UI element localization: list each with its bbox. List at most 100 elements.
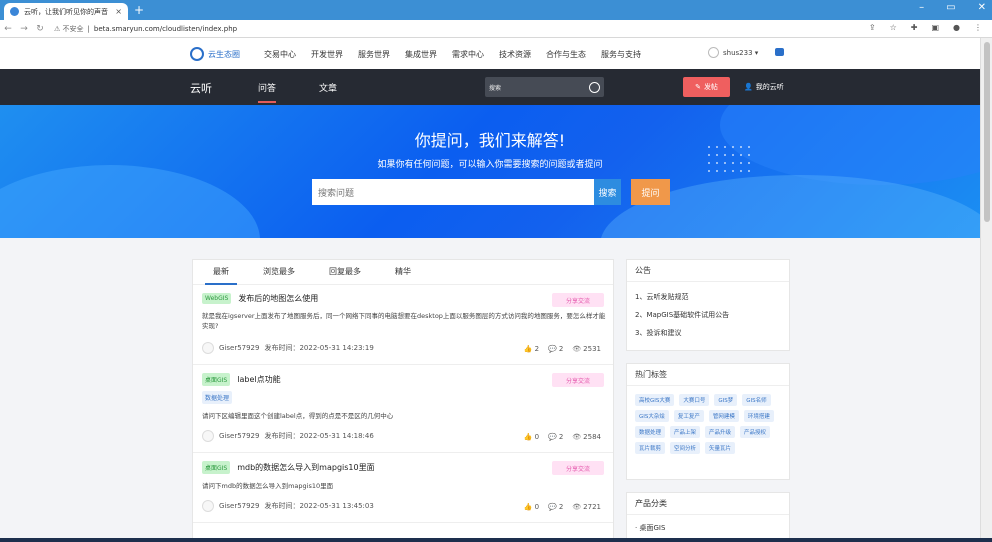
tag-chip[interactable]: 复工复产 bbox=[673, 410, 704, 422]
star-icon[interactable]: ☆ bbox=[890, 23, 897, 32]
question-search-button[interactable]: 搜索 bbox=[594, 179, 621, 205]
post-stats: 👍 0 💬 2 👁 2584 bbox=[524, 433, 601, 441]
tab-latest[interactable]: 最新 bbox=[205, 260, 237, 285]
tab-most-replied[interactable]: 回复最多 bbox=[321, 260, 369, 285]
post-tag[interactable]: 数据处理 bbox=[202, 391, 233, 404]
top-menu-item[interactable]: 服务世界 bbox=[358, 49, 390, 60]
sidepanel-icon[interactable]: ▣ bbox=[931, 23, 939, 32]
tag-chip[interactable]: 瓦片裁剪 bbox=[635, 442, 666, 454]
tag-chip[interactable]: GIS大杂烩 bbox=[635, 410, 669, 422]
post-title[interactable]: 发布后的地图怎么使用 bbox=[238, 293, 318, 304]
post-desc: 请问下mdb的数据怎么导入到mapgis10里面 bbox=[202, 482, 334, 490]
tag-chip[interactable]: 产品上架 bbox=[670, 426, 701, 438]
post-stats: 👍 2 💬 2 👁 2531 bbox=[524, 345, 601, 353]
notice-item[interactable]: 2、MapGIS基础软件试用公告 bbox=[635, 310, 781, 320]
nav-articles[interactable]: 文章 bbox=[319, 81, 337, 94]
share-icon[interactable]: ⇪ bbox=[869, 23, 876, 32]
post-title[interactable]: mdb的数据怎么导入到mapgis10里面 bbox=[237, 462, 374, 473]
post-title[interactable]: label点功能 bbox=[237, 374, 280, 385]
tag-chip[interactable]: 高校GIS大赛 bbox=[635, 394, 675, 406]
avatar[interactable] bbox=[202, 342, 214, 354]
scrollbar-thumb[interactable] bbox=[984, 42, 990, 222]
ask-button[interactable]: 提问 bbox=[631, 179, 670, 205]
post-time: 发布时间：2022-05-31 14:23:19 bbox=[264, 344, 374, 352]
forward-icon[interactable]: → bbox=[16, 24, 32, 34]
top-menu-item[interactable]: 合作与生态 bbox=[546, 49, 586, 60]
tag-chip[interactable]: GIS名师 bbox=[742, 394, 771, 406]
comment-count: 2 bbox=[558, 503, 564, 511]
list-item[interactable]: 桌面GIS mdb的数据怎么导入到mapgis10里面 分享交流 请问下mdb的… bbox=[193, 453, 613, 523]
new-tab-button[interactable]: + bbox=[134, 3, 144, 17]
menu-icon[interactable]: ⋮ bbox=[974, 23, 982, 32]
post-meta: Giser57929 发布时间：2022-05-31 14:23:19 bbox=[202, 342, 374, 354]
extensions-icon[interactable]: ✚ bbox=[911, 23, 918, 32]
category-badge[interactable]: WebGIS bbox=[202, 293, 232, 304]
author[interactable]: Giser57929 bbox=[219, 344, 259, 352]
header-search[interactable]: 搜索 bbox=[485, 77, 604, 97]
taskbar bbox=[0, 538, 992, 542]
share-badge[interactable]: 分享交流 bbox=[552, 293, 604, 307]
notice-item[interactable]: 3、投诉和建议 bbox=[635, 328, 781, 338]
author[interactable]: Giser57929 bbox=[219, 502, 259, 510]
notice-item[interactable]: 1、云听发贴规范 bbox=[635, 292, 781, 302]
back-icon[interactable]: ← bbox=[0, 24, 16, 34]
hot-tags-panel: 热门标签 高校GIS大赛 大赛口号 GIS梦 GIS名师 GIS大杂烩 复工复产… bbox=[626, 363, 790, 480]
question-search-input[interactable]: 搜索问题 bbox=[312, 179, 594, 205]
tag-chip[interactable]: 数据处理 bbox=[635, 426, 666, 438]
top-menu-item[interactable]: 技术资源 bbox=[499, 49, 531, 60]
hot-tags-title: 热门标签 bbox=[627, 364, 789, 386]
top-menu-item[interactable]: 需求中心 bbox=[452, 49, 484, 60]
forum-brand[interactable]: 云听 bbox=[190, 80, 212, 96]
avatar[interactable] bbox=[202, 430, 214, 442]
search-icon[interactable] bbox=[589, 81, 600, 93]
tag-chip[interactable]: 产品升级 bbox=[705, 426, 736, 438]
category-badge[interactable]: 桌面GIS bbox=[202, 373, 231, 386]
user-icon: 👤 bbox=[744, 83, 753, 91]
post-time: 发布时间：2022-05-31 13:45:03 bbox=[264, 502, 374, 510]
user-menu[interactable]: shus233 ▾ bbox=[708, 47, 758, 58]
profile-icon[interactable]: ● bbox=[953, 23, 960, 32]
list-item[interactable]: 桌面GIS label点功能 分享交流 数据处理 请问下区编辑里面这个创建lab… bbox=[193, 365, 613, 453]
share-badge[interactable]: 分享交流 bbox=[552, 373, 604, 387]
nav-qa[interactable]: 问答 bbox=[258, 81, 277, 103]
top-menu-item[interactable]: 集成世界 bbox=[405, 49, 437, 60]
browser-tab[interactable]: 云听，让我们听见你的声音 × bbox=[4, 3, 128, 20]
url-field[interactable]: ⚠ 不安全 | beta.smaryun.com/cloudlisten/ind… bbox=[54, 22, 237, 35]
comment-count: 2 bbox=[558, 345, 564, 353]
share-badge[interactable]: 分享交流 bbox=[552, 461, 604, 475]
hero-subtitle: 如果你有任何问题，可以输入你需要搜索的问题或者提问 bbox=[377, 160, 603, 170]
maximize-icon[interactable]: ▭ bbox=[946, 2, 955, 13]
close-window-icon[interactable]: ✕ bbox=[978, 2, 986, 13]
tag-chip[interactable]: GIS梦 bbox=[714, 394, 738, 406]
url-text[interactable]: beta.smaryun.com/cloudlisten/index.php bbox=[94, 25, 237, 33]
site-logo[interactable]: 云生态圈 bbox=[190, 47, 240, 61]
top-menu-item[interactable]: 服务与支持 bbox=[601, 49, 641, 60]
tag-chip[interactable]: 大赛口号 bbox=[679, 394, 710, 406]
pencil-icon: ✎ bbox=[695, 83, 701, 91]
tag-chip[interactable]: 环境搭建 bbox=[743, 410, 774, 422]
list-item[interactable]: WebGIS 发布后的地图怎么使用 分享交流 就是我在igserver上面发布了… bbox=[193, 285, 613, 365]
tag-chip[interactable]: 矢量瓦片 bbox=[705, 442, 736, 454]
category-badge[interactable]: 桌面GIS bbox=[202, 461, 231, 474]
reload-icon[interactable]: ↻ bbox=[32, 24, 48, 34]
tag-chip[interactable]: 产品授权 bbox=[740, 426, 771, 438]
tab-most-viewed[interactable]: 浏览最多 bbox=[255, 260, 303, 285]
notice-title: 公告 bbox=[627, 260, 789, 282]
tab-title: 云听，让我们听见你的声音 bbox=[24, 7, 108, 16]
message-icon[interactable] bbox=[775, 48, 784, 56]
post-button[interactable]: ✎ 发帖 bbox=[683, 77, 730, 97]
my-cloud-link[interactable]: 👤 我的云听 bbox=[744, 82, 784, 92]
top-menu-item[interactable]: 交易中心 bbox=[264, 49, 296, 60]
avatar[interactable] bbox=[202, 500, 214, 512]
top-menu-item[interactable]: 开发世界 bbox=[311, 49, 343, 60]
thumb-up-icon: 👍 bbox=[523, 345, 533, 353]
header-search-input[interactable]: 搜索 bbox=[489, 83, 589, 92]
tag-chip[interactable]: 管网建模 bbox=[708, 410, 739, 422]
minimize-icon[interactable]: – bbox=[919, 2, 924, 13]
tab-featured[interactable]: 精华 bbox=[387, 260, 419, 285]
tab-close-icon[interactable]: × bbox=[115, 7, 122, 16]
tag-chip[interactable]: 空间分析 bbox=[670, 442, 701, 454]
insecure-label[interactable]: ⚠ 不安全 bbox=[54, 24, 84, 34]
author[interactable]: Giser57929 bbox=[219, 432, 259, 440]
scrollbar[interactable] bbox=[980, 38, 992, 542]
